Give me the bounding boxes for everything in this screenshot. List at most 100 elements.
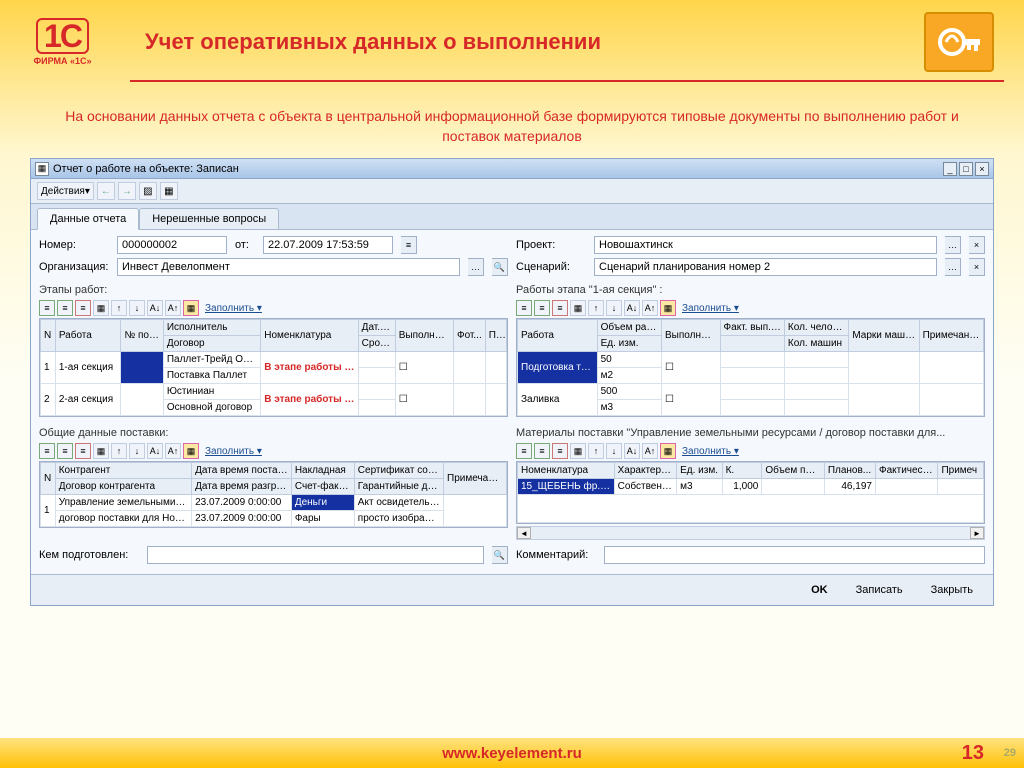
move-down-icon[interactable]: ↓	[129, 300, 145, 316]
mt-fill-link[interactable]: Заполнить ▾	[682, 446, 739, 457]
sort-desc-icon[interactable]: A↑	[165, 300, 181, 316]
project-select-icon[interactable]: …	[945, 236, 961, 254]
delete-row-icon[interactable]: ≡	[75, 300, 91, 316]
sw-insert-icon[interactable]: ≡	[534, 300, 550, 316]
delivery-toolbar: ≡ ≡ ≡ ▦ ↑ ↓ A↓ A↑ ▦ Заполнить ▾	[39, 441, 508, 461]
mt-add-icon[interactable]: ≡	[516, 443, 532, 459]
stages-title: Этапы работ:	[39, 284, 508, 296]
org-search-icon[interactable]: 🔍	[492, 258, 508, 276]
stage-works-title: Работы этапа "1-ая секция" :	[516, 284, 985, 296]
dl-sort-desc-icon[interactable]: A↑	[165, 443, 181, 459]
sw-fill-link[interactable]: Заполнить ▾	[682, 303, 739, 314]
scenario-select-icon[interactable]: …	[945, 258, 961, 276]
nav-next-icon[interactable]: →	[118, 182, 136, 200]
org-field[interactable]: Инвест Девелопмент	[117, 258, 460, 276]
dl-edit-icon[interactable]: ▦	[93, 443, 109, 459]
app-window: ▦ Отчет о работе на объекте: Записан _ □…	[30, 158, 994, 606]
actions-menu[interactable]: Действия ▾	[37, 182, 94, 200]
sw-add-icon[interactable]: ≡	[516, 300, 532, 316]
page-total: 29	[1004, 747, 1016, 759]
materials-scrollbar[interactable]: ◄ ►	[516, 526, 985, 540]
tab-report-data[interactable]: Данные отчета	[37, 208, 139, 230]
title-bar: ▦ Отчет о работе на объекте: Записан _ □…	[31, 159, 993, 179]
stages-grid[interactable]: N Работа № по графику Исполнитель Номенк…	[39, 318, 508, 417]
toolbar-icon-1[interactable]: ▨	[139, 182, 157, 200]
materials-grid[interactable]: Номенклатура Характери... Ед. изм. К. Об…	[516, 461, 985, 524]
project-clear-icon[interactable]: ×	[969, 236, 985, 254]
date-field[interactable]: 22.07.2009 17:53:59	[263, 236, 393, 254]
prepared-label: Кем подготовлен:	[39, 549, 139, 561]
toolbar-icon-2[interactable]: ▦	[160, 182, 178, 200]
dl-add-icon[interactable]: ≡	[39, 443, 55, 459]
comment-field[interactable]	[604, 546, 985, 564]
logo-1c-text: 1С	[36, 18, 89, 54]
tab-open-questions[interactable]: Нерешенные вопросы	[139, 208, 279, 229]
logo-1c: 1С ФИРМА «1С»	[20, 15, 105, 70]
special-icon[interactable]: ▦	[183, 300, 199, 316]
mt-down-icon[interactable]: ↓	[606, 443, 622, 459]
mt-special-icon[interactable]: ▦	[660, 443, 676, 459]
org-label: Организация:	[39, 261, 109, 273]
page-number: 13	[962, 742, 984, 765]
dl-fill-link[interactable]: Заполнить ▾	[205, 446, 262, 457]
minimize-button[interactable]: _	[943, 162, 957, 176]
materials-toolbar: ≡ ≡ ≡ ▦ ↑ ↓ A↓ A↑ ▦ Заполнить ▾	[516, 441, 985, 461]
footer-url: www.keyelement.ru	[442, 745, 582, 762]
scenario-field[interactable]: Сценарий планирования номер 2	[594, 258, 937, 276]
sw-sort-asc-icon[interactable]: A↓	[624, 300, 640, 316]
dl-up-icon[interactable]: ↑	[111, 443, 127, 459]
sw-special-icon[interactable]: ▦	[660, 300, 676, 316]
mt-up-icon[interactable]: ↑	[588, 443, 604, 459]
sw-edit-icon[interactable]: ▦	[570, 300, 586, 316]
logo-keyelement	[924, 12, 994, 72]
nav-prev-icon[interactable]: ←	[97, 182, 115, 200]
comment-label: Комментарий:	[516, 549, 596, 561]
scenario-label: Сценарий:	[516, 261, 586, 273]
delivery-title: Общие данные поставки:	[39, 427, 508, 439]
prepared-search-icon[interactable]: 🔍	[492, 546, 508, 564]
window-icon: ▦	[35, 162, 49, 176]
tabs: Данные отчета Нерешенные вопросы	[31, 204, 993, 230]
project-field[interactable]: Новошахтинск	[594, 236, 937, 254]
dl-delete-icon[interactable]: ≡	[75, 443, 91, 459]
dl-down-icon[interactable]: ↓	[129, 443, 145, 459]
dialog-buttons: OK Записать Закрыть	[31, 574, 993, 605]
number-field[interactable]: 000000002	[117, 236, 227, 254]
close-dialog-button[interactable]: Закрыть	[921, 581, 983, 599]
ok-button[interactable]: OK	[801, 581, 838, 599]
scenario-clear-icon[interactable]: ×	[969, 258, 985, 276]
sw-down-icon[interactable]: ↓	[606, 300, 622, 316]
main-toolbar: Действия ▾ ← → ▨ ▦	[31, 179, 993, 204]
edit-row-icon[interactable]: ▦	[93, 300, 109, 316]
mt-delete-icon[interactable]: ≡	[552, 443, 568, 459]
mt-sort-desc-icon[interactable]: A↑	[642, 443, 658, 459]
insert-row-icon[interactable]: ≡	[57, 300, 73, 316]
sw-up-icon[interactable]: ↑	[588, 300, 604, 316]
dl-special-icon[interactable]: ▦	[183, 443, 199, 459]
mt-edit-icon[interactable]: ▦	[570, 443, 586, 459]
scroll-left-icon[interactable]: ◄	[517, 527, 531, 539]
dl-insert-icon[interactable]: ≡	[57, 443, 73, 459]
close-button[interactable]: ×	[975, 162, 989, 176]
mt-sort-asc-icon[interactable]: A↓	[624, 443, 640, 459]
sw-sort-desc-icon[interactable]: A↑	[642, 300, 658, 316]
dl-sort-asc-icon[interactable]: A↓	[147, 443, 163, 459]
sort-asc-icon[interactable]: A↓	[147, 300, 163, 316]
save-button[interactable]: Записать	[846, 581, 913, 599]
org-select-icon[interactable]: …	[468, 258, 484, 276]
date-label: от:	[235, 239, 255, 251]
subtitle: На основании данных отчета с объекта в ц…	[60, 107, 964, 146]
logo-1c-caption: ФИРМА «1С»	[33, 56, 91, 66]
maximize-button[interactable]: □	[959, 162, 973, 176]
slide-title: Учет оперативных данных о выполнении	[145, 29, 924, 55]
sw-delete-icon[interactable]: ≡	[552, 300, 568, 316]
delivery-grid[interactable]: N Контрагент Дата время поставки Накладн…	[39, 461, 508, 528]
fill-link[interactable]: Заполнить ▾	[205, 303, 262, 314]
mt-insert-icon[interactable]: ≡	[534, 443, 550, 459]
add-row-icon[interactable]: ≡	[39, 300, 55, 316]
date-spinner-icon[interactable]: ≡	[401, 236, 417, 254]
prepared-field[interactable]	[147, 546, 484, 564]
stage-works-grid[interactable]: Работа Объем раб... Выполнено Факт. вып.…	[516, 318, 985, 417]
scroll-right-icon[interactable]: ►	[970, 527, 984, 539]
move-up-icon[interactable]: ↑	[111, 300, 127, 316]
